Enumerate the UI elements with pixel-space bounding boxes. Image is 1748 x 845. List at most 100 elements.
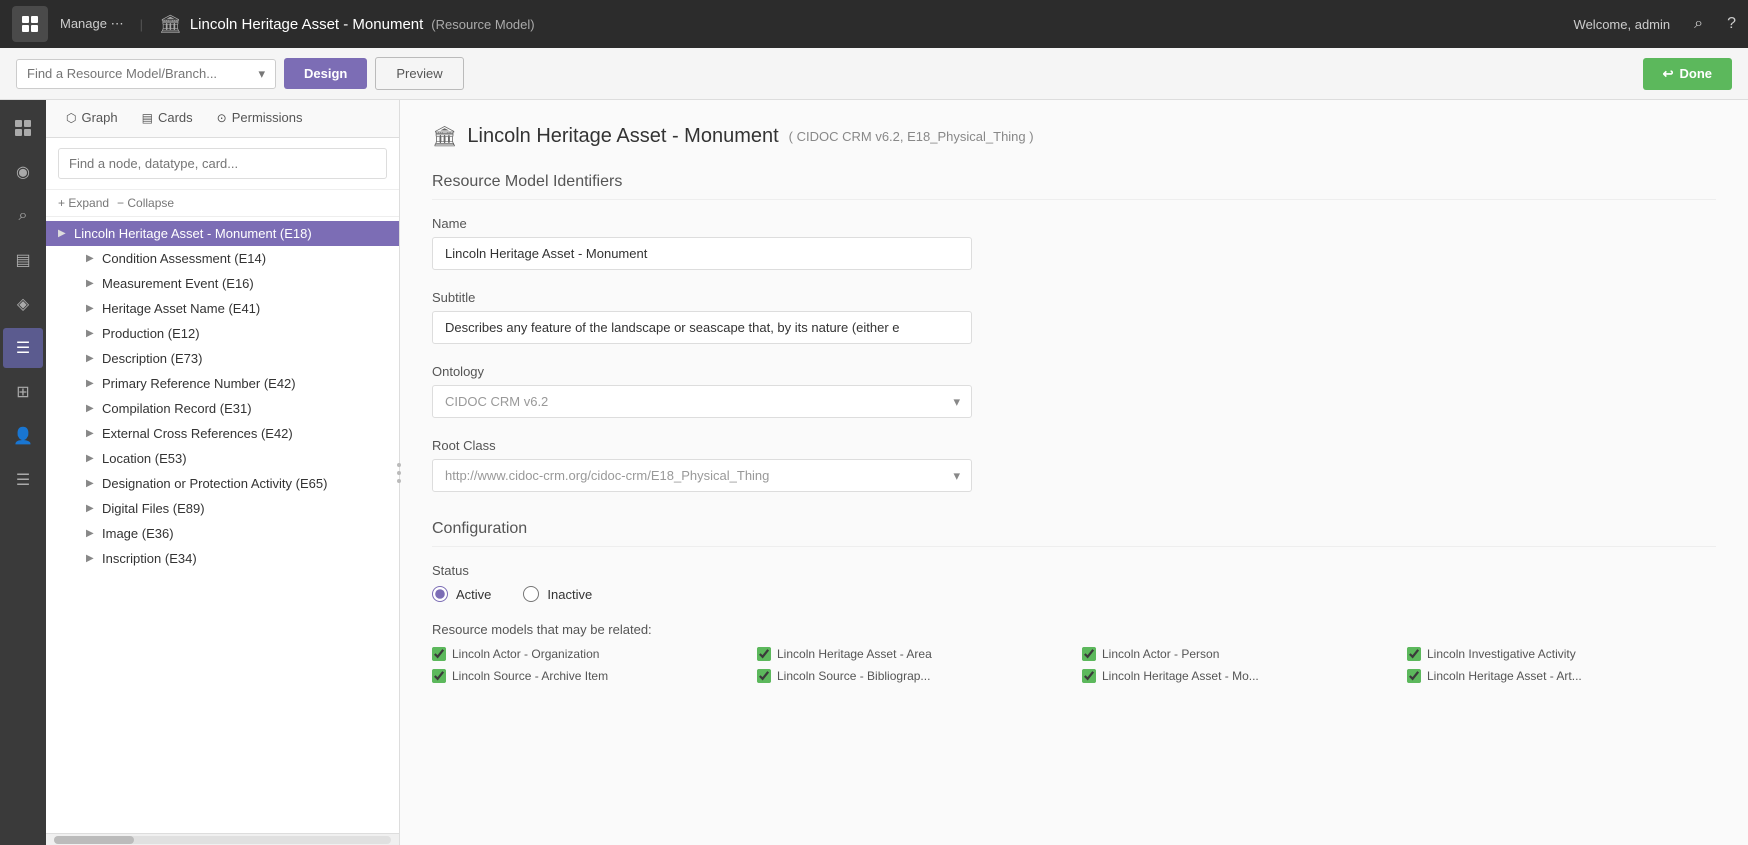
scrollbar-thumb[interactable]	[54, 836, 134, 844]
tree-child-node[interactable]: ▶Location (E53)	[74, 446, 399, 471]
expand-collapse-controls: + Expand − Collapse	[46, 190, 399, 217]
expand-button[interactable]: + Expand	[58, 196, 109, 210]
related-model-checkbox[interactable]	[1082, 669, 1096, 683]
related-model-checkbox-item[interactable]: Lincoln Heritage Asset - Art...	[1407, 669, 1716, 683]
inactive-radio-option[interactable]: Inactive	[523, 586, 592, 602]
active-radio-option[interactable]: Active	[432, 586, 491, 602]
related-model-checkbox-item[interactable]: Lincoln Heritage Asset - Mo...	[1082, 669, 1391, 683]
nav-item-list[interactable]: ▤	[3, 240, 43, 280]
related-model-checkbox[interactable]	[757, 669, 771, 683]
horizontal-scrollbar[interactable]	[46, 833, 399, 845]
related-model-checkbox-item[interactable]: Lincoln Source - Bibliograp...	[757, 669, 1066, 683]
active-radio[interactable]	[432, 586, 448, 602]
related-model-label: Lincoln Actor - Person	[1102, 647, 1219, 661]
related-model-checkbox-item[interactable]: Lincoln Actor - Person	[1082, 647, 1391, 661]
inactive-radio-label: Inactive	[547, 587, 592, 602]
nav-item-settings[interactable]: ☰	[3, 460, 43, 500]
graph-tab-icon: ⬡	[66, 111, 76, 125]
nav-item-search[interactable]: ⌕	[3, 196, 43, 236]
child-expand-icon: ▶	[86, 278, 100, 289]
root-class-field: Root Class http://www.cidoc-crm.org/cido…	[432, 438, 1716, 492]
tab-graph-label: Graph	[81, 110, 117, 125]
related-model-checkbox[interactable]	[1407, 647, 1421, 661]
resource-model-input[interactable]	[27, 66, 254, 81]
left-panel: ⬡ Graph ▤ Cards ⊙ Permissions + Expand −…	[46, 100, 400, 845]
app-logo	[12, 6, 48, 42]
tree-child-node[interactable]: ▶Measurement Event (E16)	[74, 271, 399, 296]
tree-child-node[interactable]: ▶Digital Files (E89)	[74, 496, 399, 521]
nav-item-menu[interactable]: ☰	[3, 328, 43, 368]
nav-item-circle[interactable]: ◉	[3, 152, 43, 192]
content-page-header: 🏛 Lincoln Heritage Asset - Monument ( CI…	[432, 124, 1716, 149]
design-button[interactable]: Design	[284, 58, 367, 89]
related-model-checkbox[interactable]	[757, 647, 771, 661]
nav-item-grid[interactable]: ⊞	[3, 372, 43, 412]
related-model-checkbox[interactable]	[432, 669, 446, 683]
related-model-checkbox-item[interactable]: Lincoln Source - Archive Item	[432, 669, 741, 683]
child-node-label: Location (E53)	[102, 451, 391, 466]
child-node-label: Image (E36)	[102, 526, 391, 541]
subtitle-label: Subtitle	[432, 290, 1716, 305]
tree-child-node[interactable]: ▶Compilation Record (E31)	[74, 396, 399, 421]
child-expand-icon: ▶	[86, 328, 100, 339]
collapse-button[interactable]: − Collapse	[117, 196, 174, 210]
resource-model-tag: (Resource Model)	[431, 17, 534, 32]
preview-button[interactable]: Preview	[375, 57, 463, 90]
tree-child-node[interactable]: ▶External Cross References (E42)	[74, 421, 399, 446]
related-model-checkbox[interactable]	[1082, 647, 1096, 661]
subtitle-input[interactable]	[432, 311, 972, 344]
tab-cards[interactable]: ▤ Cards	[130, 100, 205, 137]
cards-tab-icon: ▤	[142, 111, 153, 125]
manage-link[interactable]: Manage ⋯	[60, 16, 124, 32]
configuration-section-title: Configuration	[432, 520, 1716, 547]
tree-child-node[interactable]: ▶Image (E36)	[74, 521, 399, 546]
drag-dot-3	[397, 479, 401, 483]
resource-model-select[interactable]: ▾	[16, 59, 276, 89]
child-node-label: Inscription (E34)	[102, 551, 391, 566]
help-icon[interactable]: ?	[1727, 15, 1736, 33]
related-model-label: Lincoln Source - Archive Item	[452, 669, 608, 683]
configuration-section: Configuration Status Active Inactive Res…	[432, 520, 1716, 683]
drag-dot-2	[397, 471, 401, 475]
child-node-label: Condition Assessment (E14)	[102, 251, 391, 266]
ontology-select[interactable]: CIDOC CRM v6.2	[432, 385, 972, 418]
related-model-checkbox-item[interactable]: Lincoln Heritage Asset - Area	[757, 647, 1066, 661]
page-title-area: 🏛 Lincoln Heritage Asset - Monument (Res…	[159, 14, 535, 35]
nav-item-diamond[interactable]: ◈	[3, 284, 43, 324]
main-layout: ◉ ⌕ ▤ ◈ ☰ ⊞ 👤 ☰ ⬡ Graph ▤ Cards ⊙ Permis…	[0, 100, 1748, 845]
tree-child-node[interactable]: ▶Description (E73)	[74, 346, 399, 371]
child-expand-icon: ▶	[86, 253, 100, 264]
related-model-checkbox[interactable]	[1407, 669, 1421, 683]
tree-child-node[interactable]: ▶Designation or Protection Activity (E65…	[74, 471, 399, 496]
related-model-checkbox[interactable]	[432, 647, 446, 661]
done-button[interactable]: ↩ Done	[1643, 58, 1732, 90]
inactive-radio[interactable]	[523, 586, 539, 602]
panel-search-area	[46, 138, 399, 190]
name-input[interactable]	[432, 237, 972, 270]
tree-child-node[interactable]: ▶Inscription (E34)	[74, 546, 399, 571]
panel-resize-handle[interactable]	[393, 100, 405, 845]
related-model-checkbox-item[interactable]: Lincoln Actor - Organization	[432, 647, 741, 661]
tree-root-node[interactable]: ▶ Lincoln Heritage Asset - Monument (E18…	[46, 221, 399, 246]
tree-child-node[interactable]: ▶Primary Reference Number (E42)	[74, 371, 399, 396]
root-expand-icon: ▶	[58, 228, 72, 239]
tab-permissions[interactable]: ⊙ Permissions	[205, 100, 315, 137]
scrollbar-track	[54, 836, 391, 844]
related-model-checkbox-item[interactable]: Lincoln Investigative Activity	[1407, 647, 1716, 661]
drag-dot-1	[397, 463, 401, 467]
tree-child-node[interactable]: ▶Heritage Asset Name (E41)	[74, 296, 399, 321]
panel-tabs: ⬡ Graph ▤ Cards ⊙ Permissions	[46, 100, 399, 138]
tree-child-node[interactable]: ▶Condition Assessment (E14)	[74, 246, 399, 271]
panel-search-input[interactable]	[58, 148, 387, 179]
tree-child-node[interactable]: ▶Production (E12)	[74, 321, 399, 346]
root-class-select[interactable]: http://www.cidoc-crm.org/cidoc-crm/E18_P…	[432, 459, 972, 492]
child-node-label: External Cross References (E42)	[102, 426, 391, 441]
search-icon[interactable]: ⌕	[1694, 15, 1703, 33]
nav-item-dashboard[interactable]	[3, 108, 43, 148]
tab-graph[interactable]: ⬡ Graph	[54, 100, 130, 137]
child-expand-icon: ▶	[86, 528, 100, 539]
nav-item-person[interactable]: 👤	[3, 416, 43, 456]
tab-permissions-label: Permissions	[232, 110, 303, 125]
content-title: Lincoln Heritage Asset - Monument	[467, 125, 778, 148]
done-arrow-icon: ↩	[1663, 66, 1674, 82]
